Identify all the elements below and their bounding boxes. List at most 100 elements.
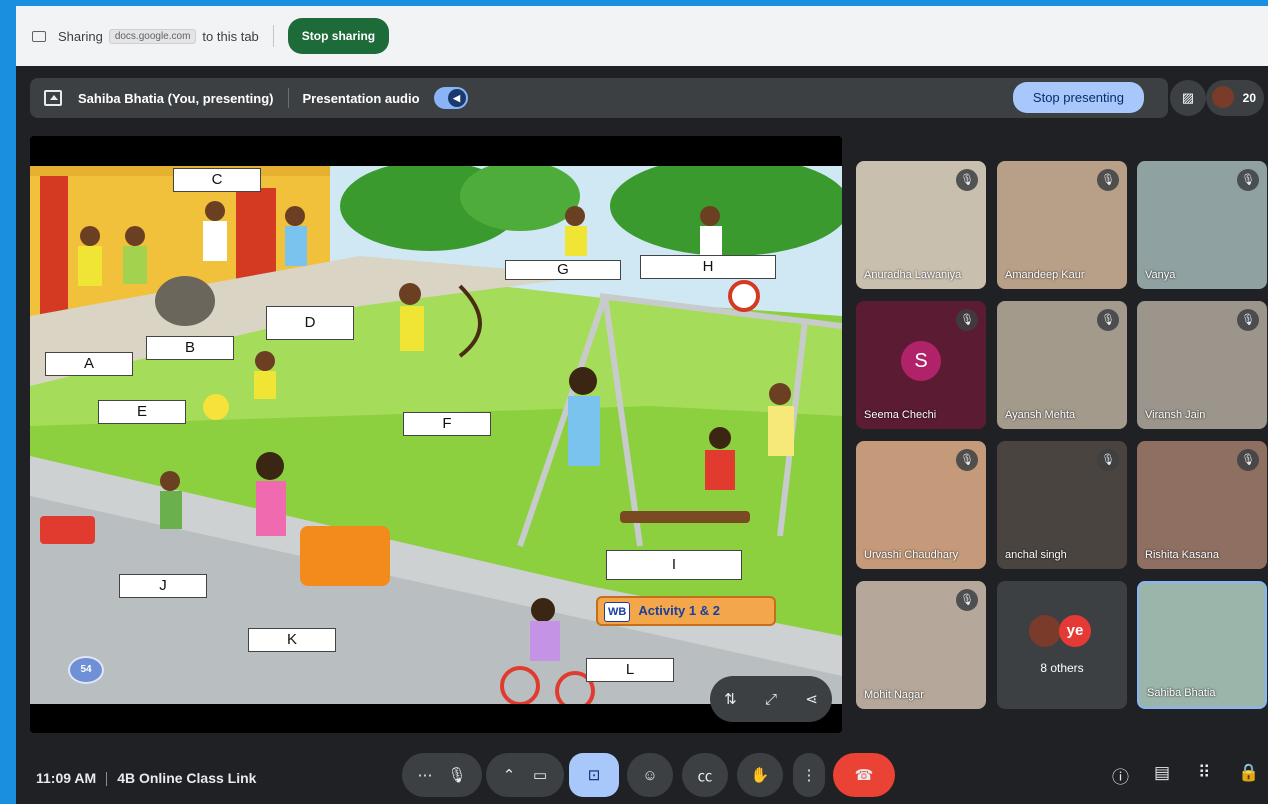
participant-name: Rishita Kasana xyxy=(1145,549,1219,561)
meeting-info: 11:09 AM 4B Online Class Link xyxy=(36,770,256,787)
hand-icon: ✋ xyxy=(750,767,770,784)
raise-hand-button[interactable]: ✋ xyxy=(737,753,783,797)
presentation-audio-toggle[interactable]: ◀ xyxy=(433,87,468,109)
participant-name: Anuradha Lawaniya xyxy=(864,269,962,281)
chevron-up-icon[interactable]: ⌃ xyxy=(503,766,516,784)
captions-icon: ㏄ xyxy=(697,767,713,785)
hang-up-icon: ☎ xyxy=(854,767,874,784)
slide-label-a: A xyxy=(45,352,133,376)
hide-self-view-button[interactable]: ▨ xyxy=(1170,80,1206,116)
mic-off-icon: 🎙 xyxy=(1237,449,1259,471)
captions-button[interactable]: ㏄ xyxy=(682,753,728,797)
participant-tile[interactable]: 🎙 anchal singh xyxy=(997,441,1127,569)
participant-name: anchal singh xyxy=(1005,549,1067,561)
mic-off-icon: 🎙 xyxy=(956,589,978,611)
participants-button[interactable]: 20 xyxy=(1206,80,1264,116)
present-icon: ⊡ xyxy=(587,767,601,784)
slide-label-c: C xyxy=(173,168,261,192)
bottom-control-bar: 11:09 AM 4B Online Class Link ⋯ 🎙 ⌃ ▭ ⊡ ☺… xyxy=(16,741,1268,804)
mic-off-icon: 🎙 xyxy=(1237,169,1259,191)
self-tile[interactable]: Sahiba Bhatia xyxy=(1137,581,1267,709)
meet-window: Sharing docs.google.com to this tab Stop… xyxy=(16,6,1268,804)
speaker-icon: ◀ xyxy=(447,89,466,107)
emoji-icon: ☺ xyxy=(642,766,658,784)
participant-count: 20 xyxy=(1242,91,1256,105)
mic-off-icon: 🎙 xyxy=(1237,309,1259,331)
presenter-name: Sahiba Bhatia (You, presenting) xyxy=(78,90,274,106)
current-time: 11:09 AM xyxy=(36,770,97,786)
camera-control[interactable]: ⌃ ▭ xyxy=(486,753,564,797)
stop-presenting-button[interactable]: Stop presenting xyxy=(1012,82,1144,113)
participant-tile[interactable]: 🎙 S Seema Chechi xyxy=(856,301,986,429)
slide-label-b: B xyxy=(146,336,234,360)
presenting-banner: Sahiba Bhatia (You, presenting) Presenta… xyxy=(30,78,1168,118)
sharing-suffix-text: to this tab xyxy=(202,28,259,44)
slide-label-h: H xyxy=(640,255,776,279)
participant-tile[interactable]: 🎙 Anuradha Lawaniya xyxy=(856,161,986,289)
slide-label-l: L xyxy=(586,658,674,682)
participant-tile[interactable]: 🎙 Rishita Kasana xyxy=(1137,441,1267,569)
activity-text: Activity 1 & 2 xyxy=(638,603,720,618)
camera-icon[interactable]: ▭ xyxy=(533,766,547,784)
share-bar-divider xyxy=(272,25,274,47)
participant-tile[interactable]: 🎙 Mohit Nagar xyxy=(856,581,986,709)
slide-label-k: K xyxy=(248,628,336,652)
sharing-prefix-text: Sharing xyxy=(58,28,103,44)
stop-sharing-button[interactable]: Stop sharing xyxy=(287,18,390,54)
participant-avatar-stack xyxy=(1212,86,1234,108)
microphone-control[interactable]: ⋯ 🎙 xyxy=(402,753,482,797)
more-vert-icon: ⋮ xyxy=(801,767,817,784)
more-options-button[interactable]: ⋮ xyxy=(793,753,825,797)
layout-icon: ▨ xyxy=(1181,90,1195,105)
mic-off-icon: 🎙 xyxy=(1097,169,1119,191)
info-icon[interactable]: ⓘ xyxy=(1112,763,1129,788)
mic-off-icon: 🎙 xyxy=(956,449,978,471)
participant-tile[interactable]: 🎙 Urvashi Chaudhary xyxy=(856,441,986,569)
workbook-tag: WB xyxy=(604,602,631,622)
participant-tile[interactable]: 🎙 Amandeep Kaur xyxy=(997,161,1127,289)
participant-name: Sahiba Bhatia xyxy=(1147,687,1216,699)
others-count-label: 8 others xyxy=(1040,661,1084,675)
present-now-button[interactable]: ⊡ xyxy=(569,753,619,797)
slide-label-e: E xyxy=(98,400,186,424)
participant-initial-avatar: S xyxy=(901,341,941,381)
participant-name: Viransh Jain xyxy=(1145,409,1206,421)
host-controls-icon[interactable]: 🔒 xyxy=(1238,763,1259,783)
mic-off-icon: 🎙 xyxy=(1097,449,1119,471)
workbook-activity-badge: WB Activity 1 & 2 xyxy=(596,596,776,626)
microphone-icon[interactable]: 🎙 xyxy=(447,766,466,784)
slide-label-d: D xyxy=(266,306,354,340)
presenting-banner-divider xyxy=(287,88,289,108)
participant-name: Vanya xyxy=(1145,269,1176,281)
slide-image: C G H D B A E F I J K L 54 WB Activity 1 … xyxy=(30,166,842,704)
participant-tile[interactable]: 🎙 Viransh Jain xyxy=(1137,301,1267,429)
more-audio-options-icon[interactable]: ⋯ xyxy=(417,766,432,784)
fullscreen-icon[interactable]: ⤢ xyxy=(765,691,777,708)
participant-name: Ayansh Mehta xyxy=(1005,409,1076,421)
slide-label-i: I xyxy=(606,550,742,580)
page-number-badge: 54 xyxy=(68,656,104,684)
chat-icon[interactable]: ▤ xyxy=(1154,763,1170,783)
presentation-audio-label: Presentation audio xyxy=(302,90,420,106)
leave-call-button[interactable]: ☎ xyxy=(833,753,895,797)
mic-off-icon: 🎙 xyxy=(1097,309,1119,331)
participant-name: Amandeep Kaur xyxy=(1005,269,1085,281)
screen-share-icon xyxy=(32,30,46,42)
participant-tile[interactable]: 🎙 Ayansh Mehta xyxy=(997,301,1127,429)
participant-tile[interactable]: 🎙 Vanya xyxy=(1137,161,1267,289)
slide-label-j: J xyxy=(119,574,207,598)
shared-domain-chip: docs.google.com xyxy=(108,28,197,44)
activities-icon[interactable]: ⠿ xyxy=(1198,763,1210,783)
share-icon[interactable]: ⋖ xyxy=(805,690,818,708)
slide-label-f: F xyxy=(403,412,491,436)
mic-off-icon: 🎙 xyxy=(956,169,978,191)
present-screen-icon xyxy=(44,90,62,106)
others-tile[interactable]: ye 8 others xyxy=(997,581,1127,709)
swap-icon[interactable]: ⇅ xyxy=(724,690,737,708)
stage-controls: ⇅ ⤢ ⋖ xyxy=(710,676,832,722)
tab-sharing-bar: Sharing docs.google.com to this tab Stop… xyxy=(16,6,1268,66)
reactions-button[interactable]: ☺ xyxy=(627,753,673,797)
participant-name: Urvashi Chaudhary xyxy=(864,549,959,561)
participant-name: Mohit Nagar xyxy=(864,689,924,701)
others-avatar: ye xyxy=(1059,615,1091,647)
